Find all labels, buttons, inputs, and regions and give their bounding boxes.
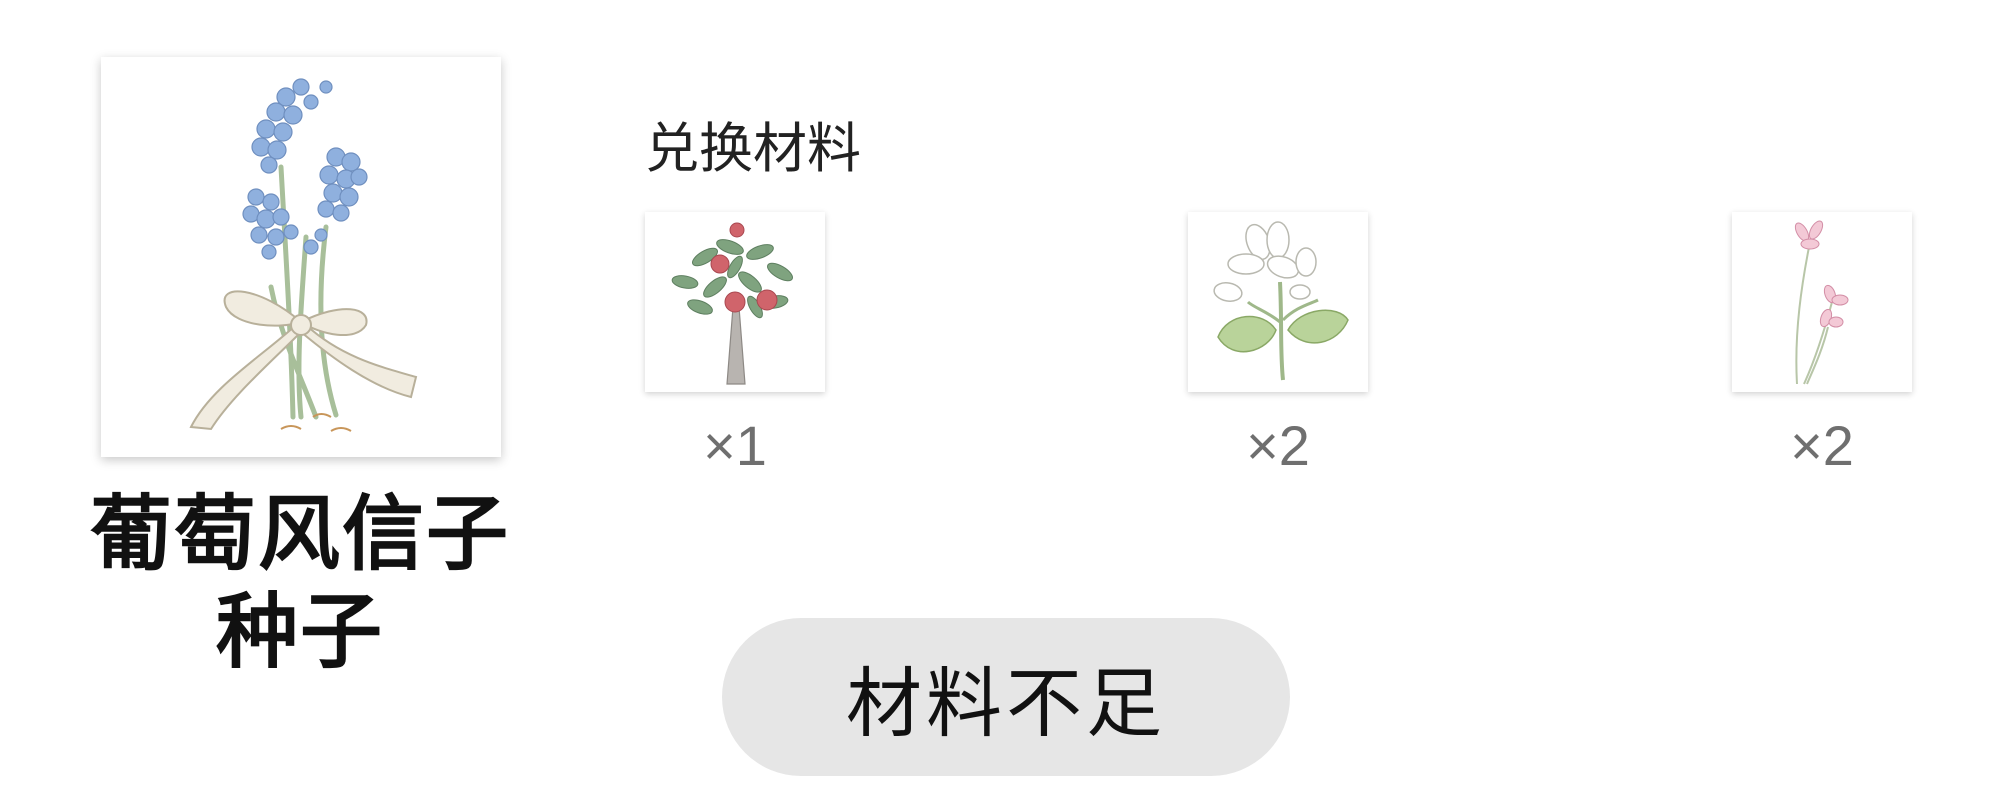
grape-hyacinth-bouquet-icon	[101, 57, 501, 457]
material-item: ×1	[645, 212, 825, 478]
pomegranate-tree-icon	[645, 212, 825, 392]
pink-cyclamen-flower-icon	[1732, 212, 1912, 392]
materials-section-label: 兑换材料	[645, 117, 861, 180]
material-item: ×2	[1732, 212, 1912, 478]
white-magnolia-flower-icon	[1188, 212, 1368, 392]
insufficient-materials-button[interactable]: 材料不足	[722, 618, 1290, 776]
item-title: 葡萄风信子 种子	[60, 486, 540, 682]
exchange-panel: 葡萄风信子 种子 兑换材料 ×1 ×2 ×2 材料不足	[0, 0, 2000, 801]
item-name-line2: 种子	[215, 585, 384, 680]
item-name-line1: 葡萄风信子	[89, 487, 510, 582]
material-quantity: ×2	[1246, 414, 1310, 477]
material-quantity: ×2	[1790, 414, 1854, 477]
material-quantity: ×1	[703, 414, 767, 477]
material-item: ×2	[1188, 212, 1368, 478]
